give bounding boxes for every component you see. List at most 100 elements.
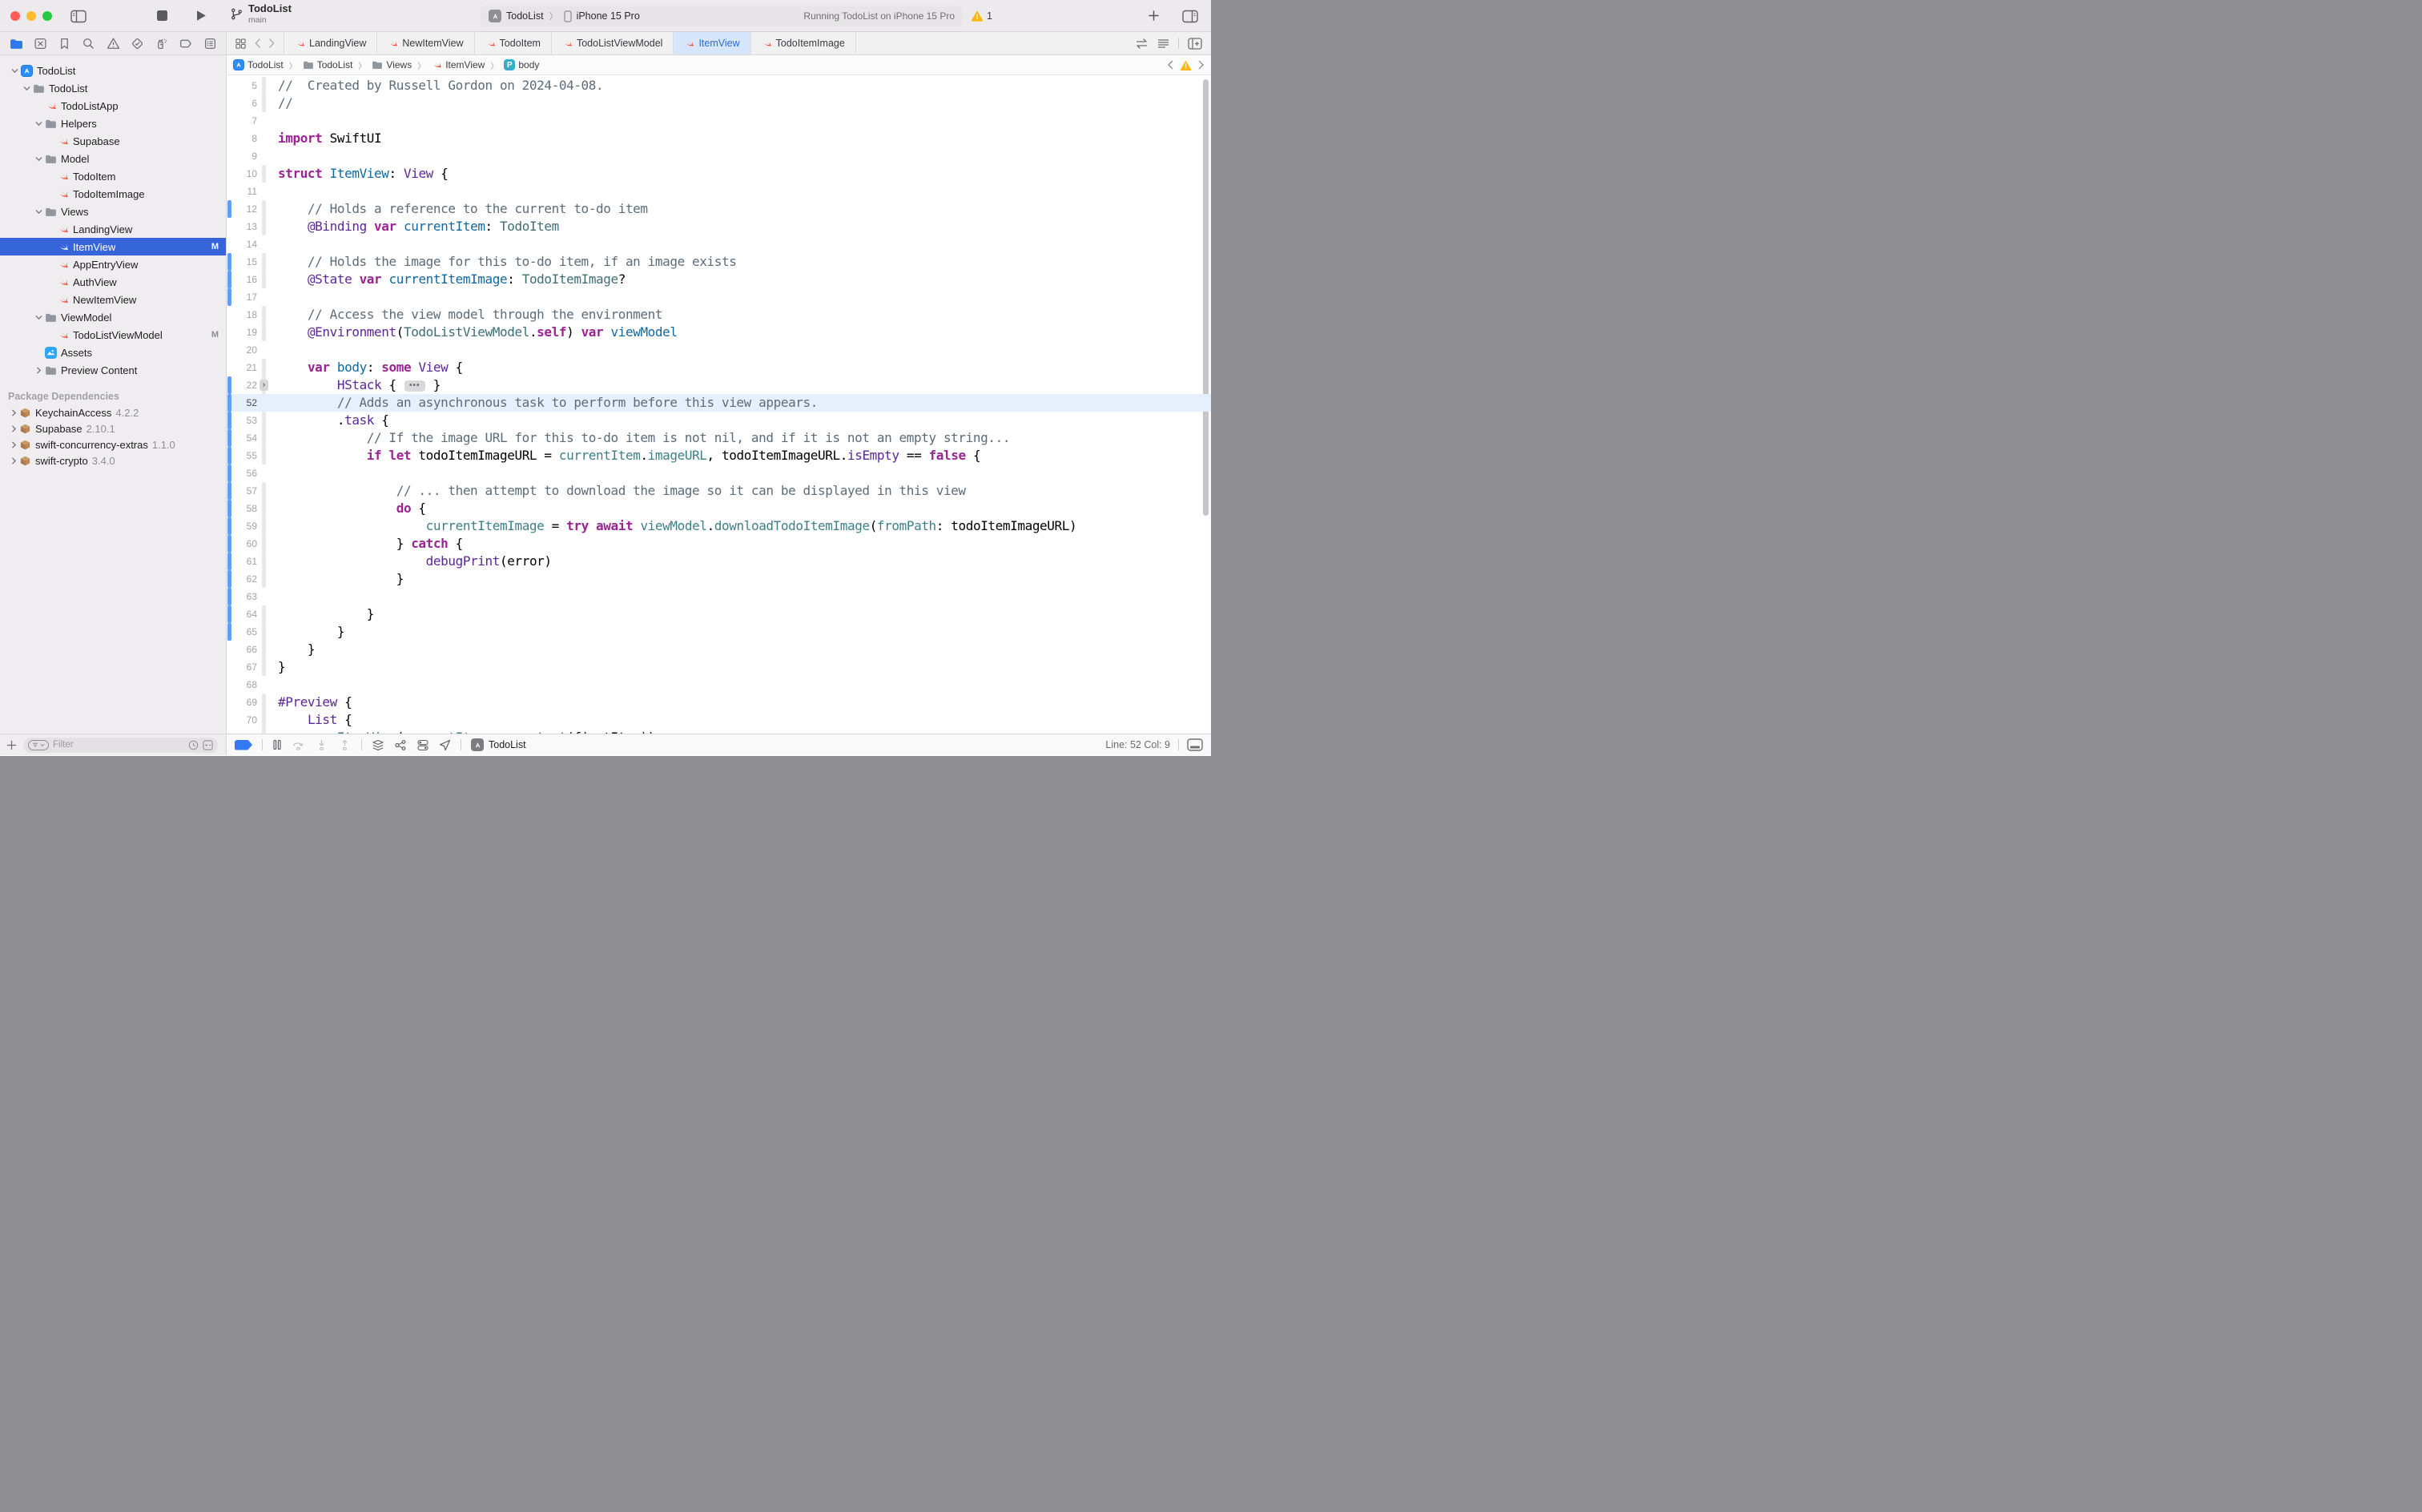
tests-navigator-icon[interactable] (128, 34, 146, 52)
package-item-KeychainAccess[interactable]: KeychainAccess4.2.2 (0, 404, 226, 420)
package-item-swift-crypto[interactable]: swift-crypto3.4.0 (0, 452, 226, 468)
code-line-67[interactable]: 67} (227, 658, 1211, 676)
code-line-52[interactable]: 52 // Adds an asynchronous task to perfo… (227, 394, 1211, 412)
code-line-57[interactable]: 57 // ... then attempt to download the i… (227, 482, 1211, 500)
breakpoints-navigator-icon[interactable] (177, 34, 195, 52)
breadcrumb-item-TodoList[interactable]: TodoList (233, 59, 284, 70)
code-line-5[interactable]: 5// Created by Russell Gordon on 2024-04… (227, 77, 1211, 94)
tab-LandingView[interactable]: LandingView (284, 32, 377, 54)
simulate-location-icon[interactable] (439, 739, 451, 751)
code-line-15[interactable]: 15 // Holds the image for this to-do ite… (227, 253, 1211, 271)
source-control-navigator-icon[interactable] (31, 34, 49, 52)
code-line-13[interactable]: 13 @Binding var currentItem: TodoItem (227, 218, 1211, 235)
toggle-inspector-icon[interactable] (1182, 10, 1198, 23)
code-line-20[interactable]: 20 (227, 341, 1211, 359)
minimize-window-button[interactable] (26, 11, 36, 21)
code-line-22[interactable]: 22› HStack { ••• } (227, 376, 1211, 394)
code-line-56[interactable]: 56 (227, 464, 1211, 482)
code-line-54[interactable]: 54 // If the image URL for this to-do it… (227, 429, 1211, 447)
filter-input[interactable]: Filter (23, 738, 218, 753)
code-line-10[interactable]: 10struct ItemView: View { (227, 165, 1211, 183)
pause-execution-icon[interactable] (272, 739, 282, 750)
filter-options-icon[interactable] (28, 740, 49, 750)
memory-graph-icon[interactable] (394, 739, 407, 751)
sidebar-item-ViewModel[interactable]: ViewModel (0, 308, 226, 326)
sidebar-item-Assets[interactable]: Assets (0, 344, 226, 361)
scm-status-filter-icon[interactable] (203, 740, 213, 750)
code-line-21[interactable]: 21 var body: some View { (227, 359, 1211, 376)
hide-debug-area-icon[interactable] (1187, 738, 1203, 751)
sidebar-item-Preview-Content[interactable]: Preview Content (0, 361, 226, 379)
scheme-name[interactable]: TodoList (506, 10, 544, 22)
reports-navigator-icon[interactable] (201, 34, 219, 52)
source-editor[interactable]: 5// Created by Russell Gordon on 2024-04… (227, 75, 1211, 734)
sidebar-item-Supabase[interactable]: Supabase (0, 132, 226, 150)
bookmarks-navigator-icon[interactable] (56, 34, 74, 52)
sidebar-item-TodoListApp[interactable]: TodoListApp (0, 97, 226, 115)
sidebar-item-TodoList[interactable]: TodoList (0, 79, 226, 97)
go-forward-icon[interactable] (268, 38, 276, 49)
environment-overrides-icon[interactable] (416, 739, 429, 751)
code-line-11[interactable]: 11 (227, 183, 1211, 200)
issues-navigator-icon[interactable] (104, 34, 122, 52)
code-line-61[interactable]: 61 debugPrint(error) (227, 553, 1211, 570)
issue-warning-icon[interactable]: ! (1180, 60, 1192, 70)
breadcrumb-item-ItemView[interactable]: ItemView (431, 59, 485, 70)
toggle-navigator-icon[interactable] (70, 10, 86, 23)
code-line-7[interactable]: 7 (227, 112, 1211, 130)
code-line-18[interactable]: 18 // Access the view model through the … (227, 306, 1211, 324)
warning-summary[interactable]: ! 1 (971, 10, 992, 22)
sidebar-item-TodoItemImage[interactable]: TodoItemImage (0, 185, 226, 203)
debug-navigator-icon[interactable] (153, 34, 171, 52)
sidebar-item-Helpers[interactable]: Helpers (0, 115, 226, 132)
sidebar-item-AppEntryView[interactable]: AppEntryView (0, 255, 226, 273)
code-line-6[interactable]: 6// (227, 94, 1211, 112)
code-line-19[interactable]: 19 @Environment(TodoListViewModel.self) … (227, 324, 1211, 341)
sidebar-item-TodoList[interactable]: TodoList (0, 62, 226, 79)
next-issue-icon[interactable] (1198, 60, 1205, 70)
sidebar-item-Views[interactable]: Views (0, 203, 226, 220)
scheme-selector[interactable]: TodoList 〉 iPhone 15 Pro Running TodoLis… (481, 6, 963, 26)
breadcrumb-item-Views[interactable]: Views (372, 59, 412, 70)
code-line-68[interactable]: 68 (227, 676, 1211, 694)
tab-TodoItemImage[interactable]: TodoItemImage (751, 32, 856, 54)
sidebar-item-TodoItem[interactable]: TodoItem (0, 167, 226, 185)
sidebar-item-NewItemView[interactable]: NewItemView (0, 291, 226, 308)
close-window-button[interactable] (10, 11, 20, 21)
step-out-icon[interactable] (338, 739, 352, 751)
code-line-14[interactable]: 14 (227, 235, 1211, 253)
fold-chevron-icon[interactable]: › (260, 380, 268, 391)
code-line-62[interactable]: 62 } (227, 570, 1211, 588)
find-navigator-icon[interactable] (80, 34, 98, 52)
run-button[interactable] (195, 9, 207, 22)
code-line-17[interactable]: 17 (227, 288, 1211, 306)
tab-TodoItem[interactable]: TodoItem (475, 32, 552, 54)
sidebar-item-TodoListViewModel[interactable]: TodoListViewModelM (0, 326, 226, 344)
tab-NewItemView[interactable]: NewItemView (377, 32, 474, 54)
view-hierarchy-icon[interactable] (372, 739, 384, 751)
code-line-69[interactable]: 69#Preview { (227, 694, 1211, 711)
code-line-55[interactable]: 55 if let todoItemImageURL = currentItem… (227, 447, 1211, 464)
code-line-70[interactable]: 70 List { (227, 711, 1211, 729)
recents-clock-icon[interactable] (188, 740, 199, 750)
code-line-65[interactable]: 65 } (227, 623, 1211, 641)
go-back-icon[interactable] (254, 38, 261, 49)
tab-ItemView[interactable]: ItemView (674, 32, 750, 54)
code-line-9[interactable]: 9 (227, 147, 1211, 165)
editor-options-icon[interactable] (1157, 38, 1169, 49)
step-into-icon[interactable] (315, 739, 328, 751)
code-line-59[interactable]: 59 currentItemImage = try await viewMode… (227, 517, 1211, 535)
sidebar-item-AuthView[interactable]: AuthView (0, 273, 226, 291)
previous-issue-icon[interactable] (1167, 60, 1173, 70)
breadcrumb-item-body[interactable]: Pbody (504, 59, 539, 70)
zoom-window-button[interactable] (42, 11, 52, 21)
running-process[interactable]: TodoList (471, 738, 526, 751)
breakpoints-toggle-button[interactable] (235, 740, 252, 750)
code-line-53[interactable]: 53 .task { (227, 412, 1211, 429)
step-over-icon[interactable] (292, 739, 305, 751)
breadcrumb-item-TodoList[interactable]: TodoList (303, 59, 353, 70)
code-line-64[interactable]: 64 } (227, 605, 1211, 623)
package-item-swift-concurrency-extras[interactable]: swift-concurrency-extras1.1.0 (0, 436, 226, 452)
tab-TodoListViewModel[interactable]: TodoListViewModel (552, 32, 674, 54)
package-item-Supabase[interactable]: Supabase2.10.1 (0, 420, 226, 436)
